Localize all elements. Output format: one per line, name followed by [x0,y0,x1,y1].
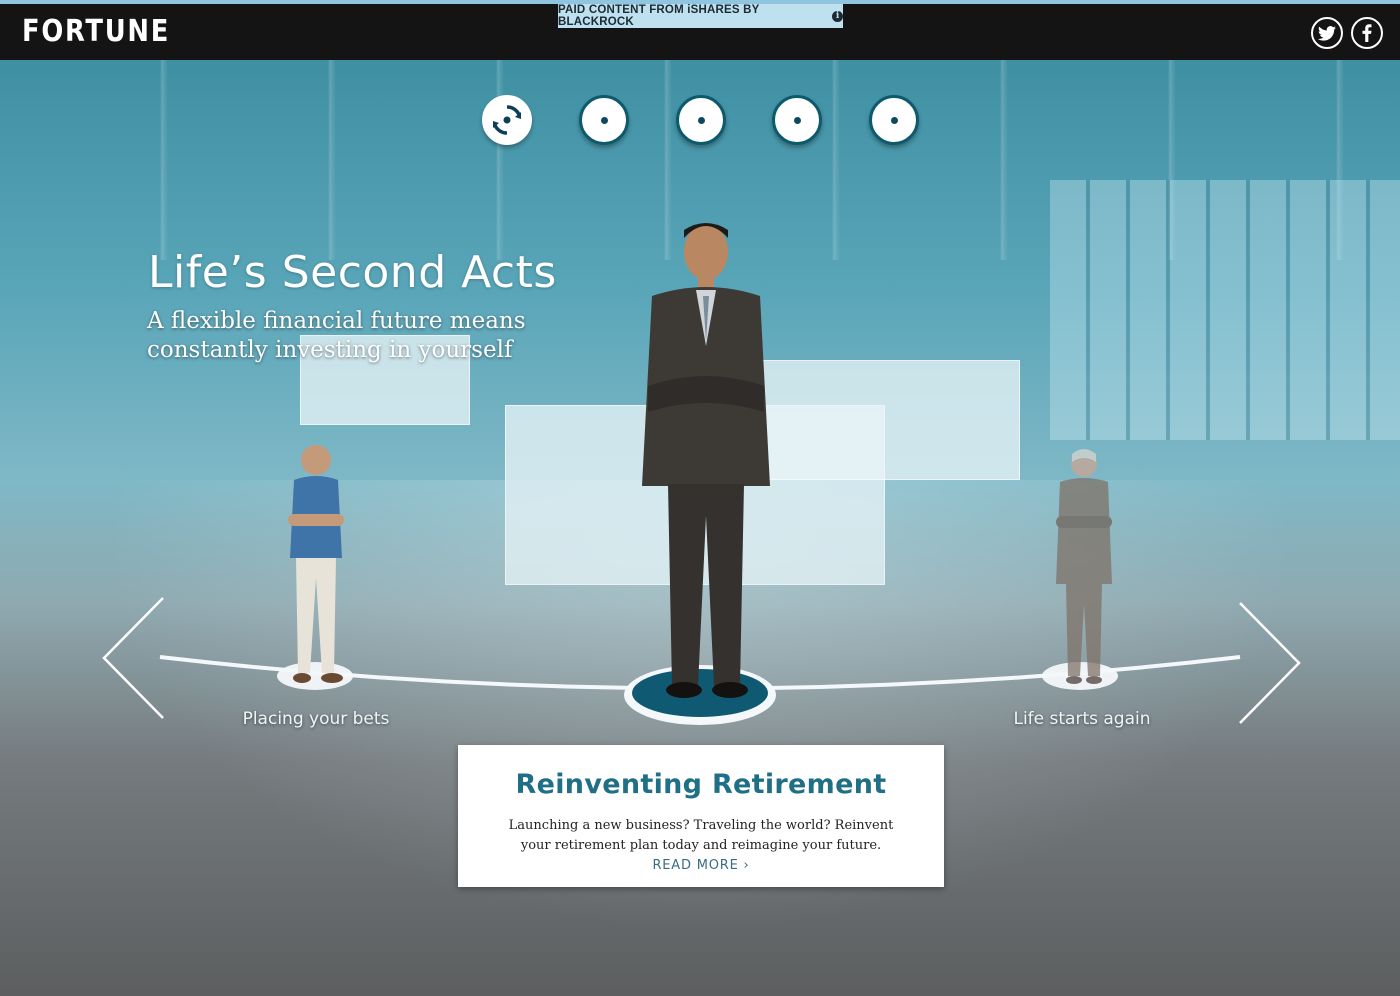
stage-label-left[interactable]: Placing your bets [236,708,396,731]
card-body-text: Launching a new business? Traveling the … [508,818,894,853]
read-more-link[interactable]: READ MORE › [652,858,749,873]
twitter-icon [1318,25,1336,41]
chevron-left-icon[interactable] [101,596,165,720]
card-title: Reinventing Retirement [515,769,887,800]
facebook-share-button[interactable] [1351,17,1383,49]
stage-label-right[interactable]: Life starts again [1002,708,1162,731]
twitter-share-button[interactable] [1311,17,1343,49]
person-right-figure[interactable] [1048,444,1120,688]
fortune-logo[interactable]: FORTUNE [22,14,170,49]
hero-section: Life’s Second Acts A flexible financial … [0,60,1400,996]
chevron-right-icon[interactable] [1238,601,1302,725]
paid-content-badge[interactable]: PAID CONTENT FROM iSHARES BY BLACKROCK i [558,4,843,28]
info-icon[interactable]: i [832,10,843,22]
person-center-figure[interactable] [638,216,774,701]
story-card: Reinventing Retirement Launching a new b… [458,745,944,887]
paid-content-label: PAID CONTENT FROM iSHARES BY BLACKROCK [558,4,760,28]
site-header: FORTUNE PAID CONTENT FROM iSHARES BY BLA… [0,4,1400,60]
card-body: Launching a new business? Traveling the … [501,816,901,876]
facebook-icon [1362,24,1372,42]
person-left-figure[interactable] [278,438,354,688]
